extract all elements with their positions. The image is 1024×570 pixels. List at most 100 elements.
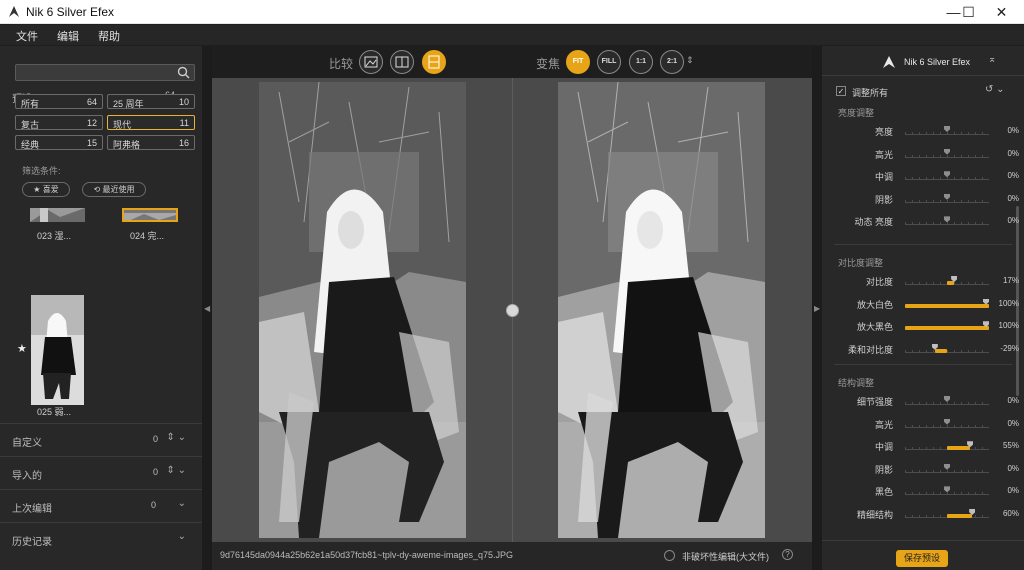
- zoom-stepper-icon[interactable]: ⇕: [686, 55, 694, 66]
- adjust-slider[interactable]: [905, 298, 989, 308]
- side-by-side-button[interactable]: [422, 50, 446, 74]
- help-icon[interactable]: ?: [782, 549, 793, 560]
- zoom-1-1-button[interactable]: 1:1: [629, 50, 653, 74]
- adjust-slider[interactable]: [905, 396, 989, 405]
- zoom-fill-button[interactable]: FILL: [597, 50, 621, 74]
- presets-panel: 预设 64 ︿ 所有 64 25 周年 10 复古 12 现代 11 经典: [0, 46, 202, 570]
- slider-value: 0%: [1007, 216, 1019, 226]
- zoom-2-1-button[interactable]: 2:1: [660, 50, 684, 74]
- adjust-slider[interactable]: [905, 193, 989, 203]
- adjust-slider[interactable]: [905, 216, 989, 226]
- collapse-right-icon[interactable]: ▶: [814, 304, 820, 313]
- slider-track: [905, 424, 989, 428]
- menu-file[interactable]: 文件: [16, 28, 38, 44]
- slider-label: 动态 亮度: [854, 217, 893, 228]
- adjust-slider[interactable]: [905, 509, 989, 518]
- slider-value: 55%: [1002, 441, 1019, 451]
- title-bar: Nik 6 Silver Efex — ☐ ✕: [0, 0, 1024, 24]
- adjust-all-checkbox[interactable]: ✓: [836, 86, 846, 96]
- preset-thumbnail[interactable]: [31, 295, 84, 405]
- adjust-header: Nik 6 Silver Efex ⌅: [822, 46, 1024, 76]
- slider-track: [905, 154, 989, 158]
- file-name: 9d76145da0944a25b62e1a50d37fcb81~tplv-dy…: [220, 550, 513, 560]
- split-view-button[interactable]: [390, 50, 414, 74]
- collapse-panel-icon[interactable]: ⌅: [988, 54, 996, 65]
- adjust-all-label: 调整所有: [852, 88, 889, 98]
- slider-value: 0%: [1007, 486, 1019, 496]
- filter-recent-button[interactable]: ⟲ 最近使用: [82, 182, 146, 197]
- zoom-fit-button[interactable]: FIT: [566, 50, 590, 74]
- adjust-slider[interactable]: [905, 148, 989, 158]
- slider-value: 0%: [1007, 418, 1019, 428]
- adjust-slider[interactable]: [905, 441, 989, 451]
- slider-label: 黑色: [874, 487, 893, 498]
- category-avant-garde[interactable]: 阿弗格 16: [107, 135, 195, 150]
- search-input[interactable]: [16, 68, 166, 83]
- slider-value: 0%: [1007, 396, 1019, 405]
- adjust-slider[interactable]: [905, 463, 989, 473]
- nik-logo-icon: [883, 56, 895, 68]
- section-history[interactable]: 历史记录 ⌄: [0, 522, 202, 555]
- adjust-slider[interactable]: [905, 321, 989, 331]
- adjust-group-title: 对比度调整: [838, 258, 884, 268]
- sort-chevron-icon[interactable]: ⇕ ⌄: [166, 465, 186, 476]
- slider-label: 中调: [874, 172, 893, 183]
- category-all[interactable]: 所有 64: [15, 94, 103, 109]
- adjust-slider[interactable]: [905, 276, 989, 285]
- section-custom[interactable]: 自定义 0 ⇕ ⌄: [0, 423, 202, 456]
- left-panel-splitter[interactable]: ◀: [202, 46, 212, 570]
- search-icon[interactable]: [177, 66, 190, 79]
- filter-favorites-button[interactable]: ★ 喜爱: [22, 182, 70, 197]
- original-photo[interactable]: [259, 82, 466, 538]
- reset-icon[interactable]: ↺ ⌄: [985, 84, 1005, 95]
- preview-toolbar: 比较 变焦 FIT FILL 1:1 2:1 ⇕: [212, 46, 812, 78]
- app-logo-icon: [9, 6, 19, 17]
- slider-value: 0%: [1007, 463, 1019, 473]
- menu-bar: 文件 编辑 帮助: [0, 25, 1024, 45]
- slider-label: 阴影: [874, 194, 893, 205]
- category-25th[interactable]: 25 周年 10: [107, 94, 195, 109]
- slider-value: 60%: [1002, 509, 1019, 518]
- right-panel-splitter[interactable]: ▶: [812, 46, 822, 570]
- save-preset-button[interactable]: 保存预设: [896, 550, 948, 567]
- adjust-footer: 保存预设: [822, 540, 1024, 570]
- collapse-left-icon[interactable]: ◀: [204, 304, 210, 313]
- slider-fill: [947, 446, 971, 451]
- adjust-slider[interactable]: [905, 126, 989, 135]
- adjust-slider[interactable]: [905, 171, 989, 181]
- category-classic[interactable]: 经典 15: [15, 135, 103, 150]
- compare-label: 比较: [329, 57, 354, 71]
- category-count: 16: [178, 138, 189, 148]
- slider-track: [905, 222, 989, 226]
- menu-help[interactable]: 帮助: [98, 28, 120, 44]
- slider-label: 放大黑色: [856, 322, 893, 333]
- slider-fill: [905, 303, 989, 308]
- preview-photo[interactable]: [558, 82, 765, 538]
- preset-search[interactable]: [15, 64, 195, 83]
- nondestructive-checkbox[interactable]: [664, 550, 675, 561]
- menu-edit[interactable]: 编辑: [57, 28, 79, 44]
- sort-chevron-icon[interactable]: ⇕ ⌄: [166, 432, 186, 443]
- adjust-slider[interactable]: [905, 486, 989, 496]
- star-icon[interactable]: ★: [17, 342, 27, 355]
- slider-label: 亮度: [874, 127, 893, 137]
- category-count: 15: [86, 138, 97, 148]
- slider-track: [905, 177, 989, 181]
- single-view-button[interactable]: [359, 50, 383, 74]
- section-imported[interactable]: 导入的 0 ⇕ ⌄: [0, 456, 202, 489]
- category-modern[interactable]: 现代 11: [107, 115, 195, 130]
- category-label: 现代: [113, 120, 132, 130]
- preset-thumbnail-label: 025 弱...: [37, 407, 72, 417]
- preset-thumbnail-selected[interactable]: [122, 208, 178, 222]
- chevron-down-icon[interactable]: ⌄: [178, 498, 186, 509]
- preset-thumbnail[interactable]: [30, 208, 85, 222]
- adjust-slider[interactable]: [905, 343, 989, 353]
- chevron-down-icon[interactable]: ⌄: [178, 531, 186, 542]
- category-vintage[interactable]: 复古 12: [15, 115, 103, 130]
- adjust-slider[interactable]: [905, 418, 989, 428]
- divider-handle[interactable]: [506, 304, 519, 317]
- close-button[interactable]: ✕: [979, 0, 1024, 24]
- section-last-edit[interactable]: 上次编辑 0 ⌄: [0, 489, 202, 522]
- section-count: 0: [150, 500, 156, 510]
- preview-area[interactable]: [212, 78, 812, 542]
